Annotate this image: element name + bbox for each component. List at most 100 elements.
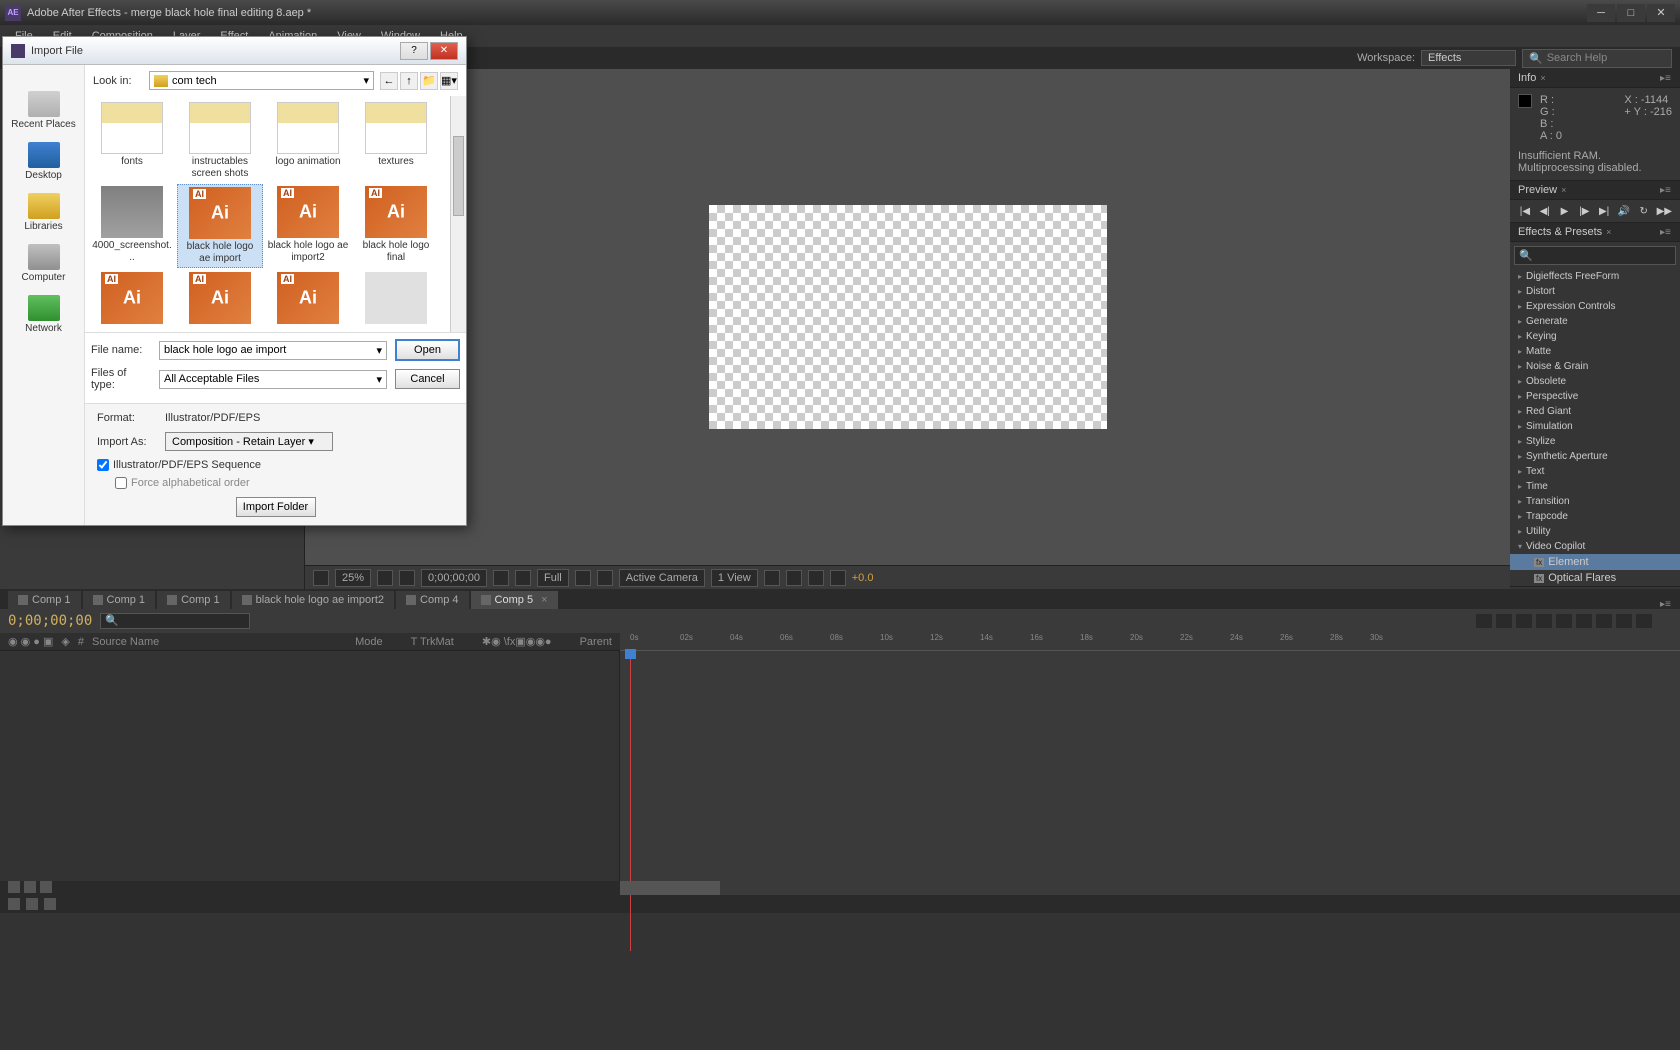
roi-icon[interactable] xyxy=(575,570,591,586)
maximize-button[interactable]: □ xyxy=(1617,4,1645,22)
sequence-checkbox-input[interactable] xyxy=(97,459,109,471)
file-item[interactable] xyxy=(353,270,439,328)
sequence-checkbox[interactable]: Illustrator/PDF/EPS Sequence xyxy=(97,459,454,471)
file-item-ai[interactable] xyxy=(177,270,263,328)
file-item-ai[interactable] xyxy=(265,270,351,328)
timeline-tab[interactable]: Comp 4 xyxy=(396,591,469,609)
timeline-tab-active[interactable]: Comp 5× xyxy=(471,591,558,609)
col-trkmat[interactable]: T TrkMat xyxy=(411,636,454,648)
effect-category[interactable]: Synthetic Aperture xyxy=(1510,449,1680,464)
minimize-button[interactable]: ─ xyxy=(1587,4,1615,22)
toggle-modes-icon[interactable] xyxy=(24,881,36,893)
composition-viewer[interactable] xyxy=(305,69,1510,565)
effect-category[interactable]: Expression Controls xyxy=(1510,299,1680,314)
open-button[interactable]: Open xyxy=(395,339,460,361)
prev-frame-button[interactable]: ◀| xyxy=(1538,204,1552,218)
viewer-icon-3[interactable] xyxy=(764,570,780,586)
file-item-ai[interactable]: black hole logo ae import2 xyxy=(265,184,351,268)
col-num[interactable]: # xyxy=(78,636,84,648)
file-item-folder[interactable]: logo animation xyxy=(265,100,351,182)
timeline-tracks[interactable] xyxy=(620,651,1680,881)
filetype-select[interactable]: All Acceptable Files▾ xyxy=(159,370,387,389)
importas-select[interactable]: Composition - Retain Layer ▾ xyxy=(165,432,333,451)
file-item-folder[interactable]: textures xyxy=(353,100,439,182)
sidebar-recent-places[interactable]: Recent Places xyxy=(3,85,84,136)
force-alpha-checkbox[interactable]: Force alphabetical order xyxy=(115,477,454,489)
close-button[interactable]: ✕ xyxy=(1647,4,1675,22)
resolution-select[interactable]: Full xyxy=(537,569,569,587)
snapshot-icon[interactable] xyxy=(493,570,509,586)
viewer-icon-1[interactable] xyxy=(377,570,393,586)
timeline-tool-icon[interactable] xyxy=(1516,614,1532,628)
panel-menu-icon[interactable]: ▸≡ xyxy=(1660,227,1672,237)
dialog-close-button[interactable]: ✕ xyxy=(430,42,458,60)
file-item-folder[interactable]: instructables screen shots xyxy=(177,100,263,182)
sidebar-libraries[interactable]: Libraries xyxy=(3,187,84,238)
workspace-select[interactable]: Effects xyxy=(1421,50,1516,66)
file-item-ai-selected[interactable]: black hole logo ae import xyxy=(177,184,263,268)
search-help-input[interactable]: 🔍 Search Help xyxy=(1522,49,1672,68)
file-item-ai[interactable]: black hole logo final xyxy=(353,184,439,268)
file-item-image[interactable]: 4000_screenshot... xyxy=(89,184,175,268)
effects-search-input[interactable]: 🔍 xyxy=(1514,246,1676,265)
effect-category[interactable]: Transition xyxy=(1510,494,1680,509)
effect-category[interactable]: Text xyxy=(1510,464,1680,479)
new-folder-button[interactable]: 📁 xyxy=(420,72,438,90)
toggle-switches-icon[interactable] xyxy=(8,881,20,893)
dialog-title-bar[interactable]: Import File ? ✕ xyxy=(3,37,466,65)
timeline-tool-icon[interactable] xyxy=(1476,614,1492,628)
effect-category[interactable]: Stylize xyxy=(1510,434,1680,449)
info-close-icon[interactable]: × xyxy=(1540,73,1545,83)
effect-category[interactable]: Perspective xyxy=(1510,389,1680,404)
up-button[interactable]: ↑ xyxy=(400,72,418,90)
timeline-tool-icon[interactable] xyxy=(1596,614,1612,628)
timeline-search-input[interactable]: 🔍 xyxy=(100,613,250,629)
effect-category[interactable]: Obsolete xyxy=(1510,374,1680,389)
viewer-icon-5[interactable] xyxy=(808,570,824,586)
first-frame-button[interactable]: |◀ xyxy=(1518,204,1532,218)
ram-preview-button[interactable]: ▶▶ xyxy=(1657,204,1672,218)
info-panel-header[interactable]: Info × ▸≡ xyxy=(1510,69,1680,88)
status-icon[interactable] xyxy=(26,898,38,910)
camera-select[interactable]: Active Camera xyxy=(619,569,705,587)
zoom-select[interactable]: 25% xyxy=(335,569,371,587)
force-alpha-checkbox-input[interactable] xyxy=(115,477,127,489)
panel-menu-icon[interactable]: ▸≡ xyxy=(1660,599,1672,609)
file-item-folder[interactable]: fonts xyxy=(89,100,175,182)
col-parent[interactable]: Parent xyxy=(580,636,612,648)
loop-button[interactable]: ↻ xyxy=(1637,204,1651,218)
effect-category[interactable]: Generate xyxy=(1510,314,1680,329)
play-button[interactable]: ▶ xyxy=(1558,204,1572,218)
viewer-icon-6[interactable] xyxy=(830,570,846,586)
effect-category[interactable]: Noise & Grain xyxy=(1510,359,1680,374)
channel-icon[interactable] xyxy=(515,570,531,586)
scrollbar-thumb[interactable] xyxy=(453,136,464,216)
col-mode[interactable]: Mode xyxy=(355,636,383,648)
view-menu-button[interactable]: ▦▾ xyxy=(440,72,458,90)
col-source-name[interactable]: Source Name xyxy=(92,636,347,648)
sidebar-computer[interactable]: Computer xyxy=(3,238,84,289)
effects-panel-header[interactable]: Effects & Presets × ▸≡ xyxy=(1510,223,1680,242)
viewer-icon-2[interactable] xyxy=(399,570,415,586)
col-label-icon[interactable]: ◈ xyxy=(61,635,69,648)
status-icon[interactable] xyxy=(8,898,20,910)
timeline-tool-icon[interactable] xyxy=(1576,614,1592,628)
dialog-help-button[interactable]: ? xyxy=(400,42,428,60)
magnify-icon[interactable] xyxy=(313,570,329,586)
effects-close-icon[interactable]: × xyxy=(1606,227,1611,237)
filename-input[interactable]: black hole logo ae import▾ xyxy=(159,341,387,360)
effect-category[interactable]: Red Giant xyxy=(1510,404,1680,419)
panel-menu-icon[interactable]: ▸≡ xyxy=(1660,185,1672,195)
last-frame-button[interactable]: ▶| xyxy=(1597,204,1611,218)
tab-close-icon[interactable]: × xyxy=(541,594,547,606)
toggle-in-out-icon[interactable] xyxy=(40,881,52,893)
effect-item-optical-flares[interactable]: fxOptical Flares xyxy=(1510,570,1680,586)
status-icon[interactable] xyxy=(44,898,56,910)
effect-category[interactable]: Distort xyxy=(1510,284,1680,299)
timeline-timecode[interactable]: 0;00;00;00 xyxy=(8,613,92,629)
effect-category[interactable]: Time xyxy=(1510,479,1680,494)
timeline-tool-icon[interactable] xyxy=(1536,614,1552,628)
effect-category-expanded[interactable]: Video Copilot xyxy=(1510,539,1680,554)
timeline-tab[interactable]: black hole logo ae import2 xyxy=(232,591,394,609)
back-button[interactable]: ← xyxy=(380,72,398,90)
